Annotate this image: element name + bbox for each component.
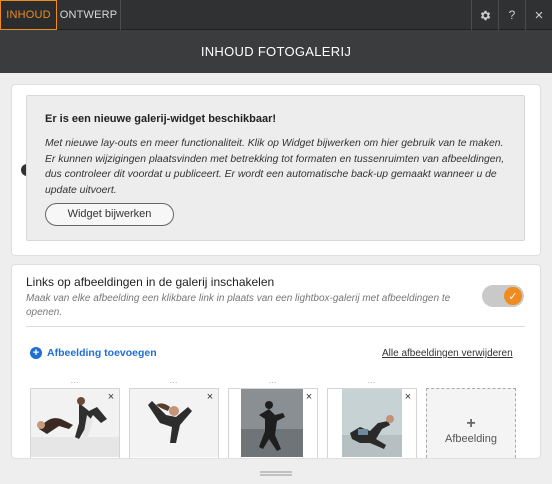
gallery-thumbnail[interactable]: × [129,388,219,458]
gallery-thumbnail[interactable]: × [327,388,417,458]
add-image-label: Afbeelding toevoegen [47,347,157,359]
gallery-thumbnail[interactable]: × [228,388,318,458]
help-icon: ? [508,8,516,22]
drag-handle-icon[interactable]: ⋯ [129,378,219,387]
help-button[interactable]: ? [498,0,525,30]
gear-icon [480,10,490,20]
close-button[interactable]: × [525,0,552,30]
links-toggle[interactable]: ✓ [482,285,524,307]
remove-image-icon[interactable]: × [402,391,414,403]
remove-all-images-link[interactable]: Alle afbeeldingen verwijderen [382,348,513,359]
notice-body: Met nieuwe lay-outs en meer functionalit… [45,138,505,196]
update-notice: Er is een nieuwe galerij-widget beschikb… [26,95,525,241]
notice-title: Er is een nieuwe galerij-widget beschikb… [45,113,277,125]
remove-image-icon[interactable]: × [105,391,117,403]
resize-handle[interactable] [260,471,292,476]
drag-handle-icon[interactable]: ⋯ [327,378,417,387]
drag-handle-icon[interactable]: ⋯ [228,378,318,387]
gallery-thumbnail[interactable]: × [30,388,120,458]
plus-icon: + [466,415,476,432]
tab-design[interactable]: ONTWERP [57,0,121,30]
remove-image-icon[interactable]: × [204,391,216,403]
settings-button[interactable] [471,0,498,30]
update-widget-button[interactable]: Widget bijwerken [45,203,174,226]
tab-content[interactable]: INHOUD [0,0,57,30]
checkmark-icon: ✓ [504,287,522,305]
update-notice-card: ! Er is een nieuwe galerij-widget beschi… [12,85,540,255]
add-image-tile-label: Afbeelding [445,433,497,445]
links-setting-description: Maak van elke afbeelding een klikbare li… [26,293,451,318]
add-image-tile[interactable]: + Afbeelding [426,388,516,458]
drag-handle-icon[interactable]: ⋯ [30,378,120,387]
links-setting-title: Links op afbeeldingen in de galerij insc… [26,275,275,289]
page-title: INHOUD FOTOGALERIJ [0,30,552,73]
remove-image-icon[interactable]: × [303,391,315,403]
tab-bar: INHOUD ONTWERP ? × [0,0,552,30]
add-image-link[interactable]: + Afbeelding toevoegen [30,347,157,359]
close-icon: × [534,6,544,24]
gallery-settings-card: Links op afbeeldingen in de galerij insc… [12,265,540,458]
divider [26,326,525,327]
plus-circle-icon: + [30,347,42,359]
